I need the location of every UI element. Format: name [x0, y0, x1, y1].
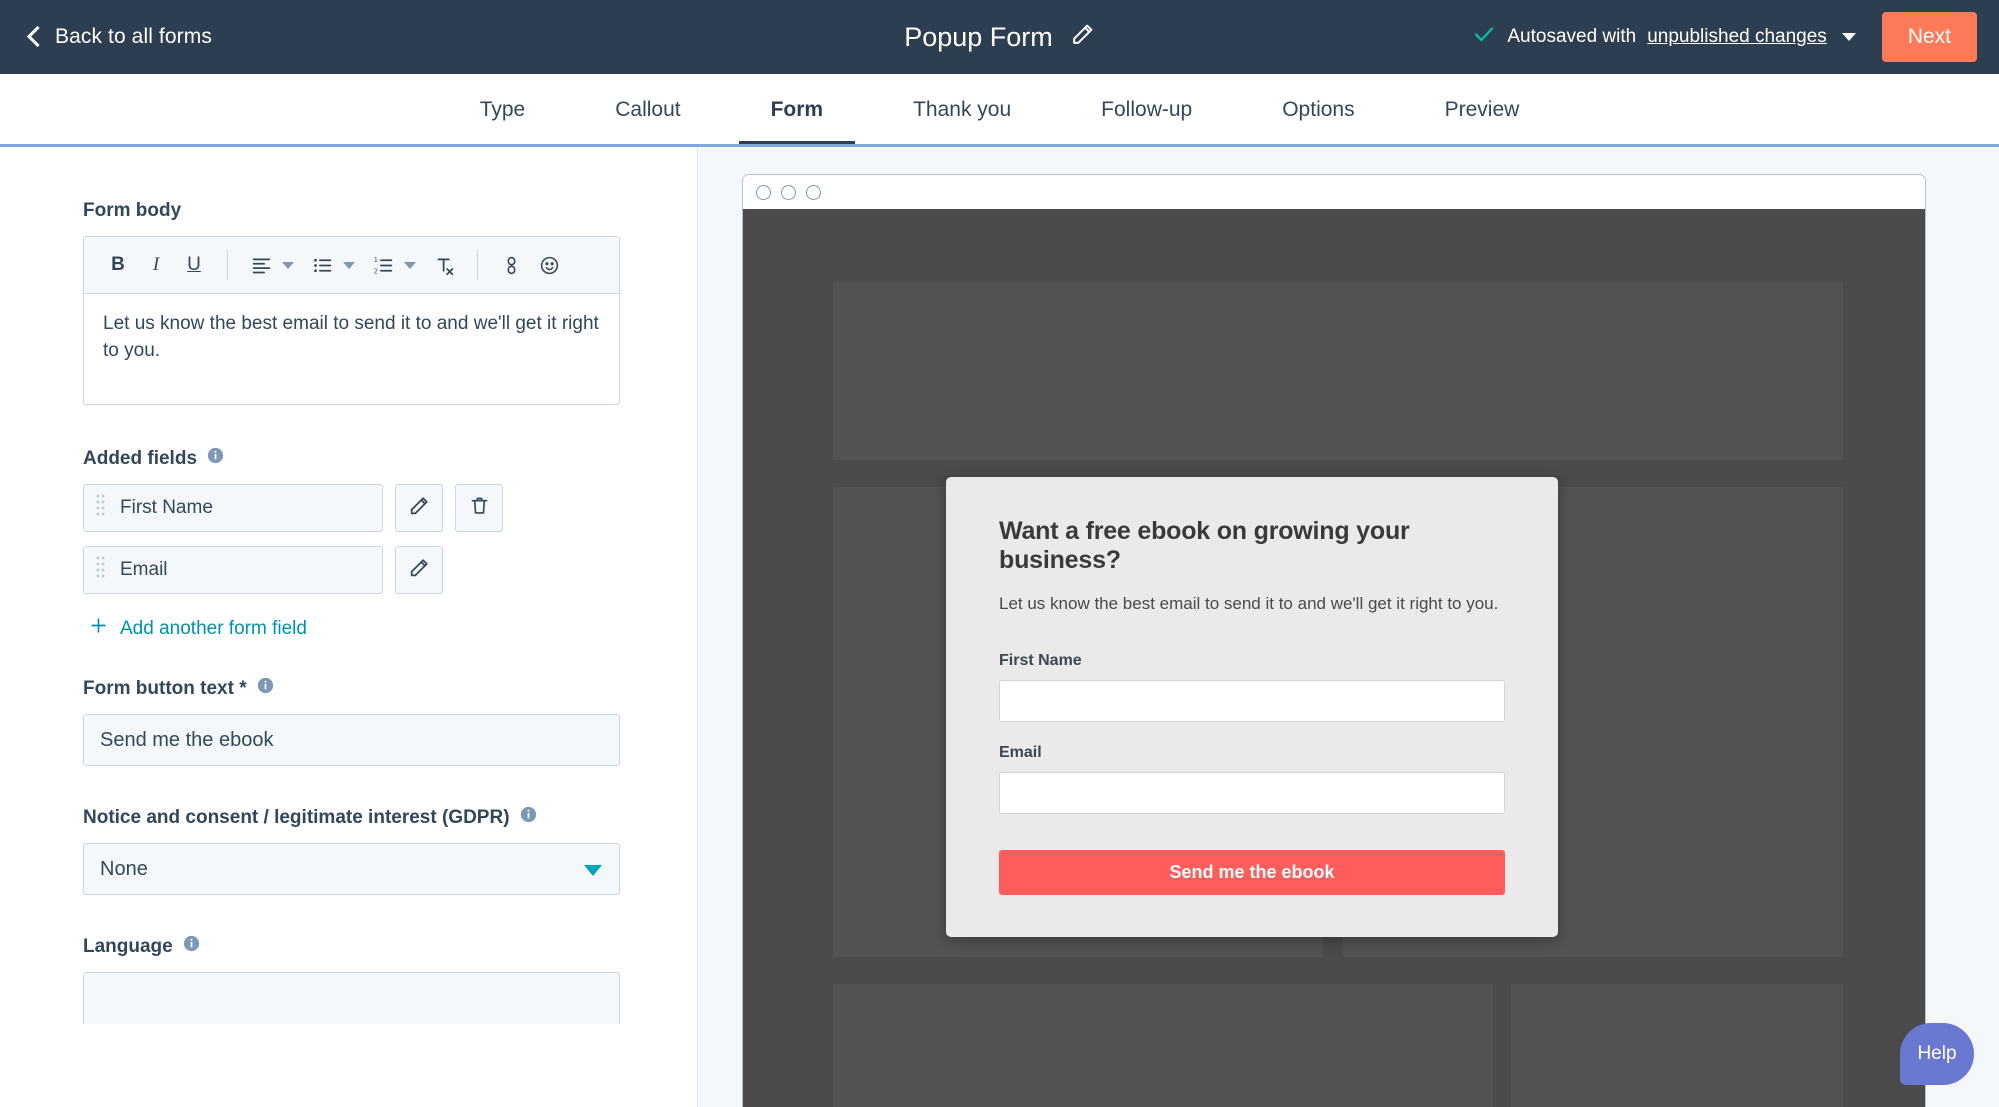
- italic-icon[interactable]: I: [138, 247, 174, 283]
- drag-handle-icon[interactable]: [96, 555, 105, 586]
- info-icon[interactable]: [257, 677, 274, 700]
- form-body-label: Form body: [83, 200, 182, 221]
- added-field-row: First Name: [83, 484, 615, 532]
- drag-handle-icon[interactable]: [96, 493, 105, 524]
- popup-form-preview: Want a free ebook on growing your busine…: [946, 477, 1558, 937]
- clear-formatting-icon[interactable]: [426, 247, 462, 283]
- trash-icon: [469, 495, 490, 521]
- align-chevron-down-icon[interactable]: [282, 261, 294, 269]
- info-icon[interactable]: [207, 447, 224, 470]
- bulleted-list-icon[interactable]: [304, 247, 340, 283]
- chevron-down-icon[interactable]: [1841, 33, 1856, 41]
- gdpr-select[interactable]: None: [83, 843, 620, 895]
- popup-submit-button[interactable]: Send me the ebook: [999, 850, 1505, 895]
- browser-dot-minimize-icon: [781, 184, 796, 200]
- svg-text:1: 1: [373, 257, 377, 264]
- tab-options[interactable]: Options: [1250, 74, 1386, 146]
- plus-icon: [89, 616, 108, 641]
- chevron-left-icon: [27, 25, 42, 50]
- info-icon[interactable]: [520, 806, 537, 829]
- field-label: First Name: [120, 497, 213, 518]
- edit-field-button-first-name[interactable]: [395, 484, 443, 532]
- popup-input-first-name[interactable]: [999, 680, 1505, 722]
- browser-dot-close-icon: [756, 184, 771, 200]
- gdpr-select-wrapper: None: [83, 843, 620, 895]
- next-button[interactable]: Next: [1881, 12, 1977, 62]
- placeholder-block-hero: [833, 282, 1843, 460]
- added-field-row: Email: [83, 546, 615, 594]
- tab-type[interactable]: Type: [448, 74, 558, 146]
- numbered-list-icon[interactable]: 1 2: [365, 247, 401, 283]
- gdpr-selected-value: None: [100, 857, 148, 880]
- header-actions: Autosaved with unpublished changes Next: [1472, 0, 1977, 74]
- unpublished-changes-link[interactable]: unpublished changes: [1647, 26, 1827, 48]
- field-chip-email[interactable]: Email: [83, 546, 383, 594]
- browser-title-bar: [743, 175, 1925, 209]
- edit-title-pencil-icon[interactable]: [1070, 22, 1095, 52]
- language-label: Language: [83, 935, 615, 958]
- language-select[interactable]: [83, 972, 620, 1024]
- browser-mockup: Want a free ebook on growing your busine…: [742, 174, 1926, 1107]
- tab-preview[interactable]: Preview: [1413, 74, 1552, 146]
- rich-text-editor: B I U 1 2 Let us know the best email to …: [83, 236, 620, 405]
- delete-field-button-first-name[interactable]: [455, 484, 503, 532]
- added-fields-label: Added fields: [83, 447, 615, 470]
- gdpr-label: Notice and consent / legitimate interest…: [83, 806, 615, 829]
- editor-panel: Form body B I U 1 2 Let us know the best…: [0, 147, 698, 1107]
- emoji-icon[interactable]: [531, 247, 567, 283]
- toolbar-divider-2: [477, 250, 478, 280]
- tab-form[interactable]: Form: [738, 74, 856, 146]
- bold-icon[interactable]: B: [100, 247, 136, 283]
- chevron-down-icon[interactable]: [584, 865, 602, 876]
- add-another-form-field-button[interactable]: Add another form field: [89, 616, 615, 641]
- info-icon[interactable]: [183, 935, 200, 958]
- field-chip-first-name[interactable]: First Name: [83, 484, 383, 532]
- svg-text:2: 2: [373, 268, 377, 275]
- autosave-prefix-label: Autosaved with: [1507, 26, 1637, 47]
- tab-thank-you[interactable]: Thank you: [881, 74, 1043, 146]
- browser-dot-maximize-icon: [806, 184, 821, 200]
- field-label: Email: [120, 559, 168, 580]
- help-button[interactable]: Help: [1900, 1023, 1974, 1085]
- form-button-text-label: Form button text *: [83, 677, 615, 700]
- form-body-textarea[interactable]: Let us know the best email to send it to…: [84, 294, 619, 404]
- tab-follow-up[interactable]: Follow-up: [1069, 74, 1224, 146]
- popup-field-label-first-name: First Name: [999, 652, 1082, 669]
- tab-callout[interactable]: Callout: [583, 74, 712, 146]
- bulleted-list-chevron-down-icon[interactable]: [343, 261, 355, 269]
- check-icon: [1472, 22, 1496, 52]
- back-to-all-forms-button[interactable]: Back to all forms: [27, 25, 212, 50]
- popup-input-email[interactable]: [999, 772, 1505, 814]
- underline-icon[interactable]: U: [176, 247, 212, 283]
- add-field-label: Add another form field: [120, 617, 307, 639]
- link-icon[interactable]: [493, 247, 529, 283]
- app-header: Back to all forms Popup Form Autosaved w…: [0, 0, 1999, 74]
- form-button-text-input[interactable]: [83, 714, 620, 766]
- placeholder-block-bottom-left: [833, 984, 1493, 1107]
- pencil-icon: [408, 557, 430, 584]
- popup-field-label-email: Email: [999, 744, 1042, 761]
- page-title: Popup Form: [904, 21, 1053, 52]
- popup-subtext: Let us know the best email to send it to…: [999, 594, 1499, 613]
- edit-field-button-email[interactable]: [395, 546, 443, 594]
- pencil-icon: [408, 495, 430, 522]
- rich-text-toolbar: B I U 1 2: [84, 237, 619, 294]
- placeholder-block-bottom-right: [1511, 984, 1843, 1107]
- preview-panel: Want a free ebook on growing your busine…: [699, 147, 1999, 1107]
- align-left-icon[interactable]: [243, 247, 279, 283]
- back-to-all-forms-label: Back to all forms: [55, 25, 212, 48]
- autosave-status[interactable]: Autosaved with unpublished changes: [1472, 22, 1856, 52]
- step-tab-bar: Type Callout Form Thank you Follow-up Op…: [0, 74, 1999, 146]
- dimmed-page-background: Want a free ebook on growing your busine…: [743, 209, 1925, 1107]
- toolbar-divider: [227, 250, 228, 280]
- popup-headline: Want a free ebook on growing your busine…: [999, 517, 1410, 574]
- numbered-list-chevron-down-icon[interactable]: [404, 261, 416, 269]
